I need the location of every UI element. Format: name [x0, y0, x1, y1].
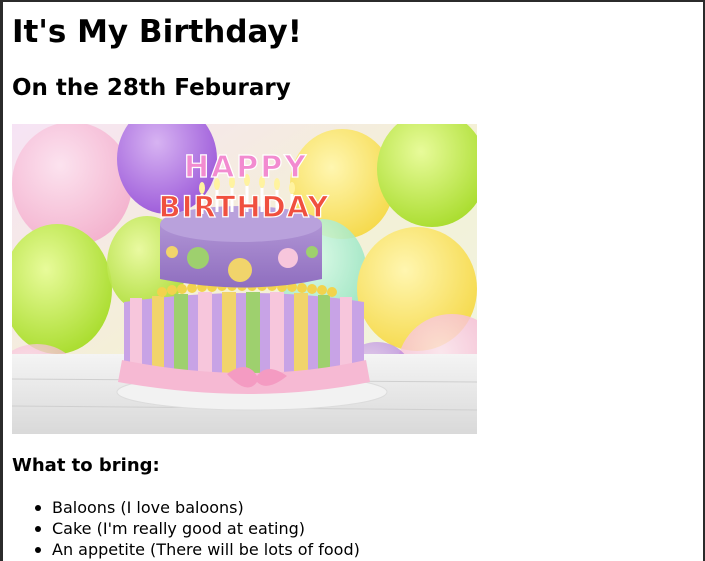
- list-item: Cake (I'm really good at eating): [12, 518, 360, 539]
- page-subtitle: On the 28th Feburary: [12, 75, 291, 101]
- bring-heading: What to bring:: [12, 455, 160, 476]
- window-frame-left: [0, 0, 3, 561]
- bring-list: Baloons (I love baloons) Cake (I'm reall…: [12, 497, 360, 560]
- birthday-cake-image: HAPPY BIRTHDAY: [12, 124, 477, 434]
- list-item: An appetite (There will be lots of food): [12, 539, 360, 560]
- window-frame-top: [0, 0, 705, 2]
- happy-banner-text: HAPPY: [184, 150, 308, 185]
- list-item: Baloons (I love baloons): [12, 497, 360, 518]
- birthday-banner-text: BIRTHDAY: [159, 190, 330, 224]
- page-title: It's My Birthday!: [12, 14, 302, 50]
